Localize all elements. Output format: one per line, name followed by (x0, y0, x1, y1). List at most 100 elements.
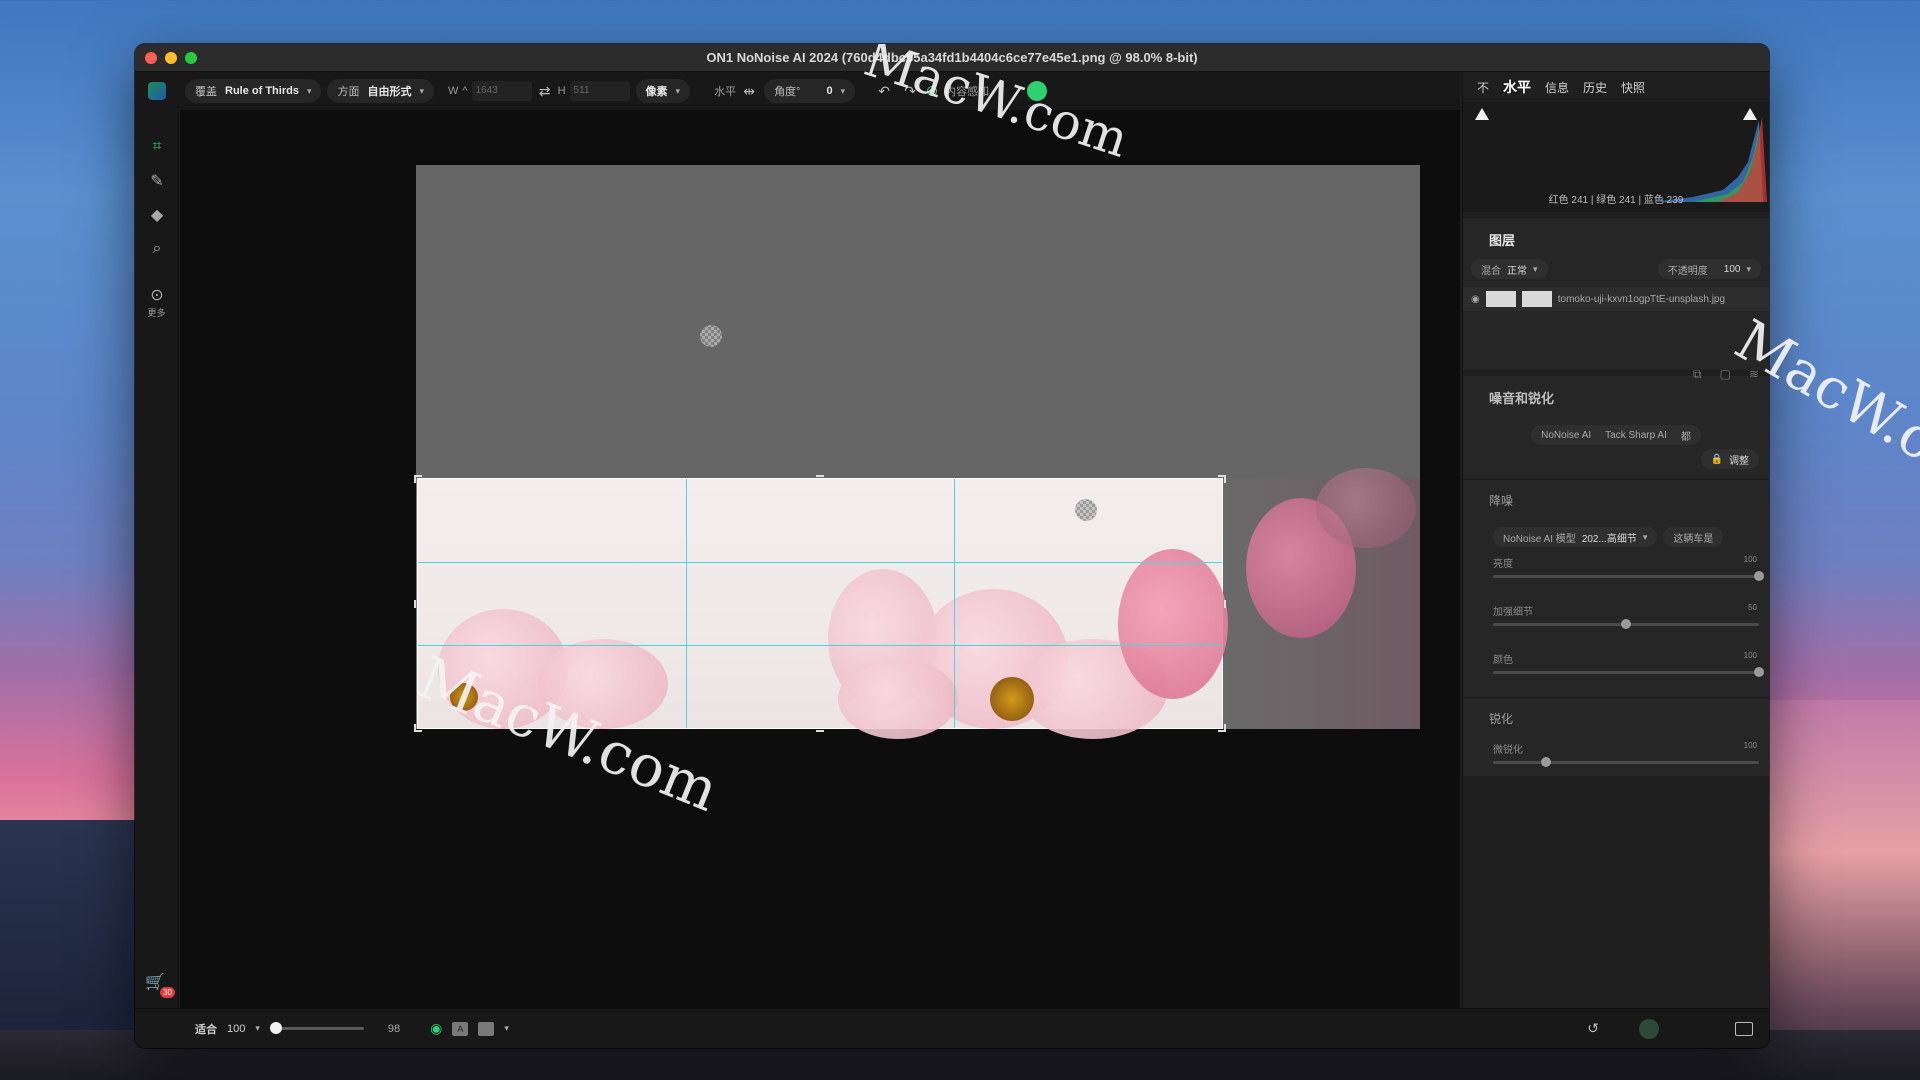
aspect-dropdown[interactable]: 方面 自由形式 ▾ (327, 79, 435, 103)
lock-ratio-icon[interactable]: ^ (462, 85, 467, 97)
layers-title: 图层 (1489, 233, 1516, 248)
aspect-value: 自由形式 (367, 86, 412, 98)
crop-handle-bottom[interactable] (816, 724, 824, 732)
unit-dropdown[interactable]: 像素 ▾ (635, 79, 691, 103)
crop-selection[interactable] (414, 475, 1228, 739)
slider-track[interactable] (1493, 619, 1759, 629)
slider-track[interactable] (1493, 667, 1764, 677)
angle-dropdown[interactable]: 角度° 0 ▾ (764, 79, 856, 103)
model-right-button[interactable]: 这辆车是 (1663, 527, 1724, 547)
aspect-label: 方面 (337, 86, 360, 98)
reset-icon[interactable]: ↺ (1587, 1020, 1599, 1037)
adjust-button[interactable]: 🔒 调整 (1700, 449, 1759, 469)
level-group: 水平 ⇹ (714, 82, 758, 100)
fit-button[interactable]: 适合 (195, 1021, 217, 1037)
rotate-group: ↶ ↷ 内容感知 (875, 81, 1048, 101)
level-label: 水平 (714, 86, 737, 98)
preview-eye-icon[interactable]: ◉ (430, 1020, 442, 1037)
overlay-dropdown[interactable]: 覆盖 Rule of Thirds ▾ (185, 79, 322, 103)
slider-track[interactable] (1493, 571, 1764, 581)
layer-visibility-icon[interactable]: ◉ (1471, 294, 1480, 305)
segment-nonoise[interactable]: NoNoise AI (1541, 430, 1591, 441)
overlay-label: 覆盖 (195, 86, 217, 98)
blend-mode-dropdown[interactable]: 混合 正常 ▾ (1471, 259, 1548, 279)
zoom-tool-icon[interactable]: ⌕ (135, 232, 179, 266)
flower-petal (1118, 549, 1228, 699)
flower-petal (838, 659, 958, 739)
zoom-slider[interactable] (269, 1022, 364, 1034)
image-canvas[interactable]: MacW.com MacW.com (180, 44, 1460, 1008)
content-aware-toggle[interactable] (927, 86, 938, 96)
tab-info[interactable]: 信息 (1545, 79, 1569, 96)
crop-handle-bottom-left[interactable] (414, 724, 422, 732)
crop-handle-top[interactable] (816, 475, 824, 483)
done-button[interactable] (1639, 1018, 1659, 1039)
crop-handle-left[interactable] (414, 599, 422, 608)
level-tool-icon[interactable]: ⇹ (740, 82, 758, 100)
slider-thumb[interactable] (1754, 571, 1764, 581)
left-tool-strip: ⌗ ✎ ◆ ⌕ ⊙ 更多 🛒 30 (135, 110, 179, 1008)
dimensions-group: W ^ 1643 ⇄ H 511 (448, 81, 630, 101)
tab-not[interactable]: 不 (1477, 79, 1489, 96)
transparency-marker (700, 325, 722, 347)
layers-section: 图层 混合 正常 ▾ 不透明度 100 ▾ ◉ tomoko-uji-kxvn1… (1463, 218, 1769, 381)
slider-thumb[interactable] (1621, 619, 1631, 629)
layers-controls: 混合 正常 ▾ 不透明度 100 ▾ (1463, 249, 1769, 279)
grid-line-vertical (685, 479, 687, 728)
rotate-left-icon[interactable]: ↶ (875, 82, 893, 100)
slider-label: 亮度 (1493, 559, 1513, 570)
zoom-window-button[interactable] (185, 52, 197, 64)
crop-handle-top-left[interactable] (414, 475, 422, 483)
tab-level[interactable]: 水平 (1503, 77, 1531, 97)
panel-toggle-icon[interactable] (1735, 1021, 1753, 1036)
app-window: ON1 NoNoise AI 2024 (760d4dbc55a34fd1b44… (135, 44, 1769, 1048)
duplicate-layer-icon[interactable]: ⧉ (1693, 367, 1702, 382)
model-dropdown[interactable]: NoNoise AI 模型 202...高细节 ▾ (1493, 527, 1658, 547)
rotate-right-icon[interactable]: ↷ (901, 82, 919, 100)
mode-segmented-control[interactable]: NoNoise AI Tack Sharp AI 都 (1531, 425, 1701, 445)
lock-icon: 🔒 (1710, 453, 1723, 465)
swap-dimensions-icon[interactable]: ⇄ (536, 82, 554, 100)
cart-icon[interactable]: 🛒 30 (145, 972, 175, 998)
opacity-value: 100 (1723, 263, 1741, 275)
minimize-window-button[interactable] (165, 52, 177, 64)
close-window-button[interactable] (145, 52, 157, 64)
flower-petal (538, 639, 668, 729)
slider-thumb[interactable] (1541, 757, 1552, 767)
tab-snapshot[interactable]: 快照 (1621, 79, 1645, 96)
opacity-dropdown[interactable]: 不透明度 100 ▾ (1657, 259, 1761, 279)
slider-track[interactable] (1493, 757, 1759, 767)
layers-stack-icon[interactable]: ≋ (1749, 367, 1759, 382)
crop-handle-right[interactable] (1218, 599, 1226, 608)
sharpen-title: 锐化 (1489, 712, 1514, 726)
app-logo[interactable] (135, 72, 179, 110)
layer-actions: ⧉ ▢ ≋ (1463, 311, 1769, 382)
chevron-down-icon: ▾ (419, 85, 425, 96)
slider-row: 加强细节 50 (1463, 603, 1769, 643)
content-aware-label: 内容感知 (945, 86, 990, 98)
crop-handle-top-right[interactable] (1218, 475, 1226, 483)
eraser-tool-icon[interactable]: ◆ (135, 198, 179, 232)
height-input[interactable]: 511 (569, 81, 630, 101)
chevron-down-icon: ▾ (306, 85, 312, 96)
slider-thumb[interactable] (1754, 667, 1764, 677)
segment-tacksharp[interactable]: Tack Sharp AI (1605, 430, 1667, 441)
chevron-down-icon: ▾ (1746, 263, 1751, 274)
crop-tool-icon[interactable]: ⌗ (135, 130, 179, 164)
zoom-value[interactable]: 100 (227, 1023, 245, 1035)
chevron-down-icon[interactable]: ▾ (504, 1023, 509, 1034)
segment-both[interactable]: 都 (1681, 428, 1691, 443)
bottom-bar: 适合 100 ▾ 98 ◉ A ▾ ↺ (135, 1008, 1769, 1048)
mask-view-icon[interactable] (478, 1021, 495, 1036)
chevron-down-icon[interactable]: ▾ (255, 1023, 260, 1034)
tab-history[interactable]: 历史 (1583, 79, 1607, 96)
crop-handle-bottom-right[interactable] (1218, 724, 1226, 732)
before-after-icon[interactable]: A (452, 1021, 469, 1036)
layer-row[interactable]: ◉ tomoko-uji-kxvn1ogpTtE-unsplash.jpg (1463, 287, 1769, 311)
height-label: H (557, 85, 566, 97)
zoom-slider-thumb[interactable] (269, 1022, 282, 1034)
delete-layer-icon[interactable]: ▢ (1720, 367, 1731, 382)
width-input[interactable]: 1643 (471, 81, 532, 101)
brush-tool-icon[interactable]: ✎ (135, 164, 179, 198)
apply-crop-button[interactable] (1027, 81, 1048, 101)
